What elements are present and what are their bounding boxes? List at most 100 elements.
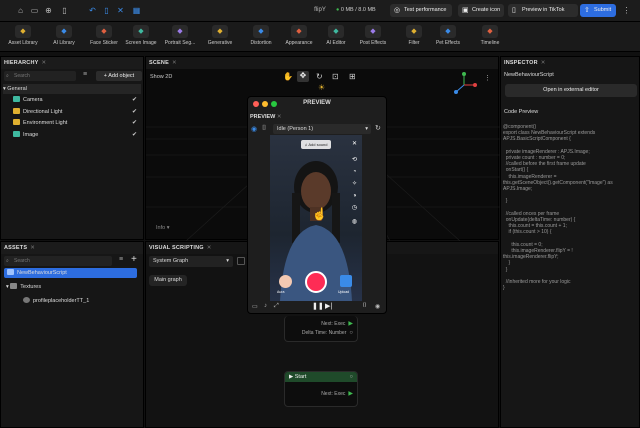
appearance-icon: ◆	[291, 25, 307, 38]
hierarchy-item[interactable]: Directional Light ✔	[3, 107, 141, 117]
start-node[interactable]: ▶ Start ○ Next: Exec ▶	[284, 371, 358, 407]
toolbar-item-screen-image[interactable]: ◆ Screen Image	[121, 24, 161, 50]
axis-gizmo[interactable]	[451, 71, 477, 97]
create-icon-button[interactable]: ▣ Create icon	[458, 4, 504, 17]
effect-thumbnail-aura[interactable]	[279, 275, 292, 288]
new-graph-icon[interactable]	[237, 257, 245, 265]
add-object-button[interactable]: + Add object	[96, 71, 142, 81]
add-sound-button[interactable]: ♫ Add sound	[301, 140, 331, 149]
close-icon[interactable]: ✕	[30, 245, 35, 251]
toolbar-item-appearance[interactable]: ◆ Appearance	[279, 24, 319, 50]
speed-icon[interactable]: ◔	[351, 169, 358, 176]
info-toggle[interactable]: Info ▾	[156, 225, 169, 231]
toolbar-item-label: Face Sticker	[90, 40, 118, 46]
open-external-editor-button[interactable]: Open in external editor	[505, 84, 637, 97]
hierarchy-item[interactable]: Camera ✔	[3, 95, 141, 105]
main-graph-tab[interactable]: Main graph	[149, 275, 187, 286]
scale-tool-icon[interactable]: ⊡	[332, 72, 339, 81]
close-icon[interactable]: ✕	[207, 245, 212, 251]
rotate-tool-icon[interactable]: ↻	[316, 72, 323, 81]
device-preview[interactable]: ♫ Add sound ✕ ⟲ ◔ ✧ ◑ ◷ ◍ ☝ Aura Upload	[270, 135, 362, 301]
rect-tool-icon[interactable]: ⊞	[349, 72, 356, 81]
device-icon[interactable]: ▭	[252, 303, 258, 310]
filter-icon[interactable]: ◑	[351, 193, 358, 200]
person-select[interactable]: Idle (Person 1) ▾	[273, 124, 371, 134]
toolbar-item-generative[interactable]: ◆ Generative	[200, 24, 240, 50]
upload-icon: ⇧	[584, 7, 590, 14]
script-icon	[7, 269, 14, 275]
layout-icon[interactable]: ▯	[102, 6, 111, 15]
toolbar-item-ai-library[interactable]: ◆ AI Library	[44, 24, 84, 50]
graph-select[interactable]: System Graph ▾	[149, 256, 233, 267]
toolbar-item-distortion[interactable]: ◆ Distortion	[241, 24, 281, 50]
start-next-exec-port[interactable]: Next: Exec ▶	[321, 390, 353, 397]
camera-icon[interactable]: ⌷	[262, 125, 266, 133]
cursor-icon: ☝	[312, 207, 327, 221]
asset-item-texture[interactable]: profileplaceholderTT_1	[3, 296, 141, 306]
upload-thumbnail[interactable]	[340, 275, 352, 287]
camera-person-icon[interactable]: ◉	[251, 125, 257, 133]
more-icon[interactable]: ⋮	[622, 6, 631, 15]
script-name: NewBehaviourScript	[504, 72, 554, 78]
toolbar-item-post-effects[interactable]: ◆ Post Effects	[353, 24, 393, 50]
visibility-checkbox[interactable]: ✔	[132, 107, 137, 117]
record-icon[interactable]: ◉	[375, 303, 380, 310]
filter-icon[interactable]: ≡	[83, 71, 87, 78]
sound-icon[interactable]: ♪	[264, 303, 267, 309]
screen-image-icon: ◆	[133, 25, 149, 38]
toolbar-item-library[interactable]: ◆ Asset Library	[3, 24, 43, 50]
more-icon[interactable]: ⋮	[484, 74, 491, 82]
asset-item-script[interactable]: NewBehaviourScript	[4, 268, 137, 278]
beauty-icon[interactable]: ✧	[351, 181, 358, 188]
step-icon[interactable]: ▶|	[325, 302, 332, 310]
visibility-checkbox[interactable]: ✔	[132, 118, 137, 128]
close-icon[interactable]: ✕	[42, 60, 47, 66]
close-icon[interactable]: ✕	[351, 141, 358, 148]
hierarchy-item[interactable]: Image ✔	[3, 130, 141, 140]
submit-button[interactable]: ⇧ Submit	[580, 4, 616, 17]
undo-icon[interactable]: ↶	[88, 6, 97, 15]
toolbar-item-portrait-segmentation[interactable]: ◆ Portrait Seg...	[160, 24, 200, 50]
node-next-exec-port[interactable]: Next: Exec ▶	[321, 320, 353, 327]
hierarchy-search-input[interactable]: ⌕ Search	[4, 71, 76, 81]
show-2d-toggle[interactable]: Show 2D	[150, 74, 172, 80]
filter-icon[interactable]: ≡	[119, 256, 123, 263]
refresh-icon[interactable]: ↻	[375, 124, 381, 132]
assets-search-input[interactable]: ⌕ Search	[4, 256, 112, 266]
visibility-checkbox[interactable]: ✔	[132, 95, 137, 105]
close-icon[interactable]: ✕	[541, 60, 546, 66]
toolbar-item-pet-effects[interactable]: ◆ Pet Effects	[428, 24, 468, 50]
grid-icon[interactable]: ▦	[132, 6, 141, 15]
pause-icon[interactable]: ❚❚	[312, 302, 324, 310]
mute-icon[interactable]: ◍	[351, 219, 358, 226]
hand-tool-icon[interactable]: ✋	[283, 72, 293, 81]
toolbar-item-label: Asset Library	[8, 40, 38, 46]
move-tool-icon[interactable]: ✥	[297, 71, 309, 82]
save-icon[interactable]: ▯	[60, 6, 69, 15]
close-icon[interactable]: ✕	[172, 60, 177, 66]
face-sticker-icon: ◆	[96, 25, 112, 38]
fullscreen-icon[interactable]: ⤢	[274, 303, 279, 310]
app-title: flipY	[314, 7, 326, 13]
hierarchy-group-general[interactable]: ▾ General	[3, 84, 141, 94]
flip-icon[interactable]: ⟲	[351, 157, 358, 164]
node-delta-time-port[interactable]: Delta Time: Number ○	[302, 330, 353, 336]
add-icon[interactable]: ⊕	[44, 6, 53, 15]
timer-icon[interactable]: ◷	[351, 205, 358, 212]
hierarchy-item[interactable]: Environment Light ✔	[3, 118, 141, 128]
home-icon[interactable]: ⌂	[16, 6, 25, 15]
toolbar-item-timeline[interactable]: ◆ Timeline	[470, 24, 510, 50]
update-node[interactable]: Next: Exec ▶ Delta Time: Number ○	[284, 316, 358, 342]
toolbar-item-ai-editor[interactable]: ◆ AI Editor	[316, 24, 356, 50]
image-icon: ▣	[462, 7, 469, 14]
folder-icon[interactable]: ▭	[30, 6, 39, 15]
visibility-checkbox[interactable]: ✔	[132, 130, 137, 140]
asset-item-textures[interactable]: ▾ Textures	[3, 282, 141, 292]
record-button[interactable]	[305, 271, 327, 293]
preview-in-tiktok-button[interactable]: ▯ Preview in TikTok	[508, 4, 578, 17]
screenshot-icon[interactable]: ⌷	[363, 303, 367, 310]
add-asset-icon[interactable]: +	[131, 254, 137, 265]
transform-icon[interactable]: ✕	[116, 6, 125, 15]
toolbar-item-face-sticker[interactable]: ◆ Face Sticker	[84, 24, 124, 50]
test-performance-button[interactable]: ◎ Test performance	[390, 4, 452, 17]
